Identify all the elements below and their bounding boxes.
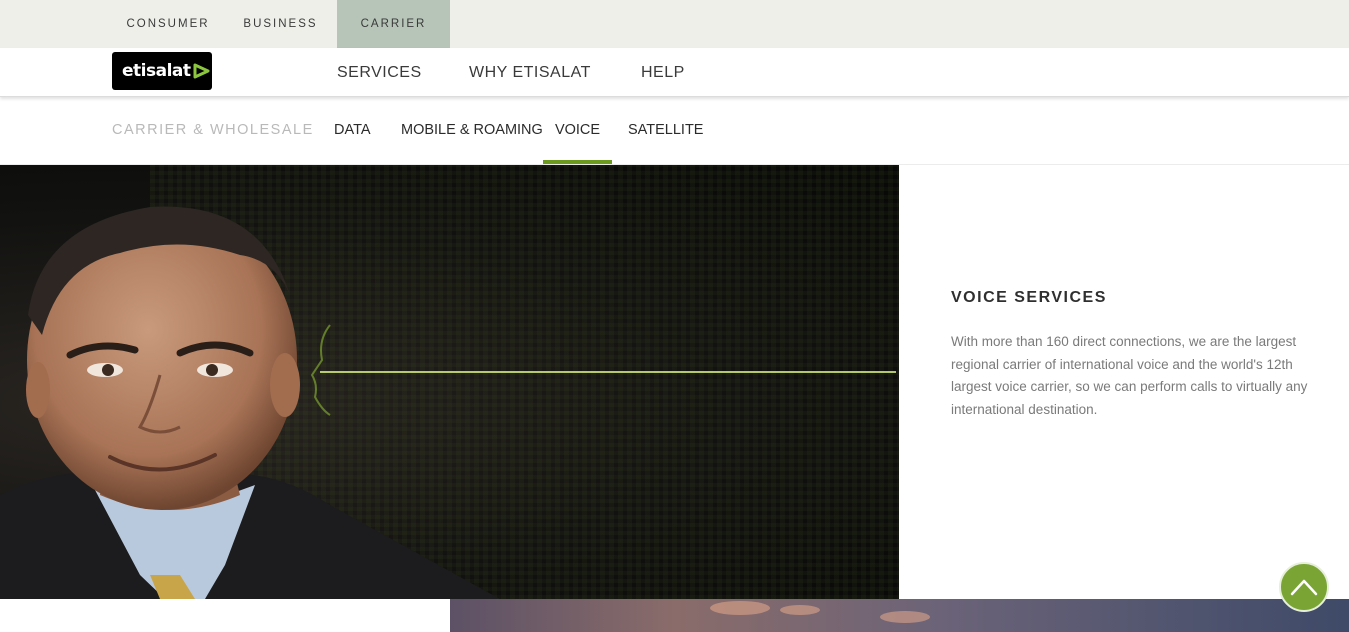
subnav-satellite[interactable]: SATELLITE	[628, 97, 703, 163]
segment-business[interactable]: BUSINESS	[224, 0, 337, 48]
hero-illustration	[0, 206, 896, 599]
logo-text: etisalat	[122, 61, 191, 81]
hero-image	[0, 165, 899, 599]
subnav-title: CARRIER & WHOLESALE	[112, 122, 314, 138]
main-header: etisalat SERVICES WHY ETISALAT HELP	[0, 48, 1349, 97]
scroll-to-top-button[interactable]	[1279, 562, 1329, 612]
subnav-data[interactable]: DATA	[334, 97, 371, 163]
subnav-mobile-roaming[interactable]: MOBILE & ROAMING	[401, 97, 543, 163]
etisalat-mark-icon	[193, 63, 209, 79]
active-tab-indicator	[543, 160, 612, 164]
section-heading: VOICE SERVICES	[951, 289, 1107, 306]
segment-bar: CONSUMER BUSINESS CARRIER	[0, 0, 1349, 48]
segment-consumer[interactable]: CONSUMER	[112, 0, 224, 48]
nav-why-etisalat[interactable]: WHY ETISALAT	[469, 48, 591, 97]
subnav-voice[interactable]: VOICE	[543, 97, 612, 163]
chevron-up-icon	[1290, 579, 1318, 596]
nav-services[interactable]: SERVICES	[337, 48, 422, 97]
segment-carrier[interactable]: CARRIER	[337, 0, 450, 48]
etisalat-logo[interactable]: etisalat	[112, 52, 212, 90]
next-section-image	[450, 599, 1349, 632]
sub-nav: CARRIER & WHOLESALE DATA MOBILE & ROAMIN…	[0, 97, 1349, 165]
section-description: With more than 160 direct connections, w…	[951, 334, 1308, 417]
voice-services-panel: VOICE SERVICES With more than 160 direct…	[899, 165, 1349, 599]
nav-help[interactable]: HELP	[641, 48, 685, 97]
